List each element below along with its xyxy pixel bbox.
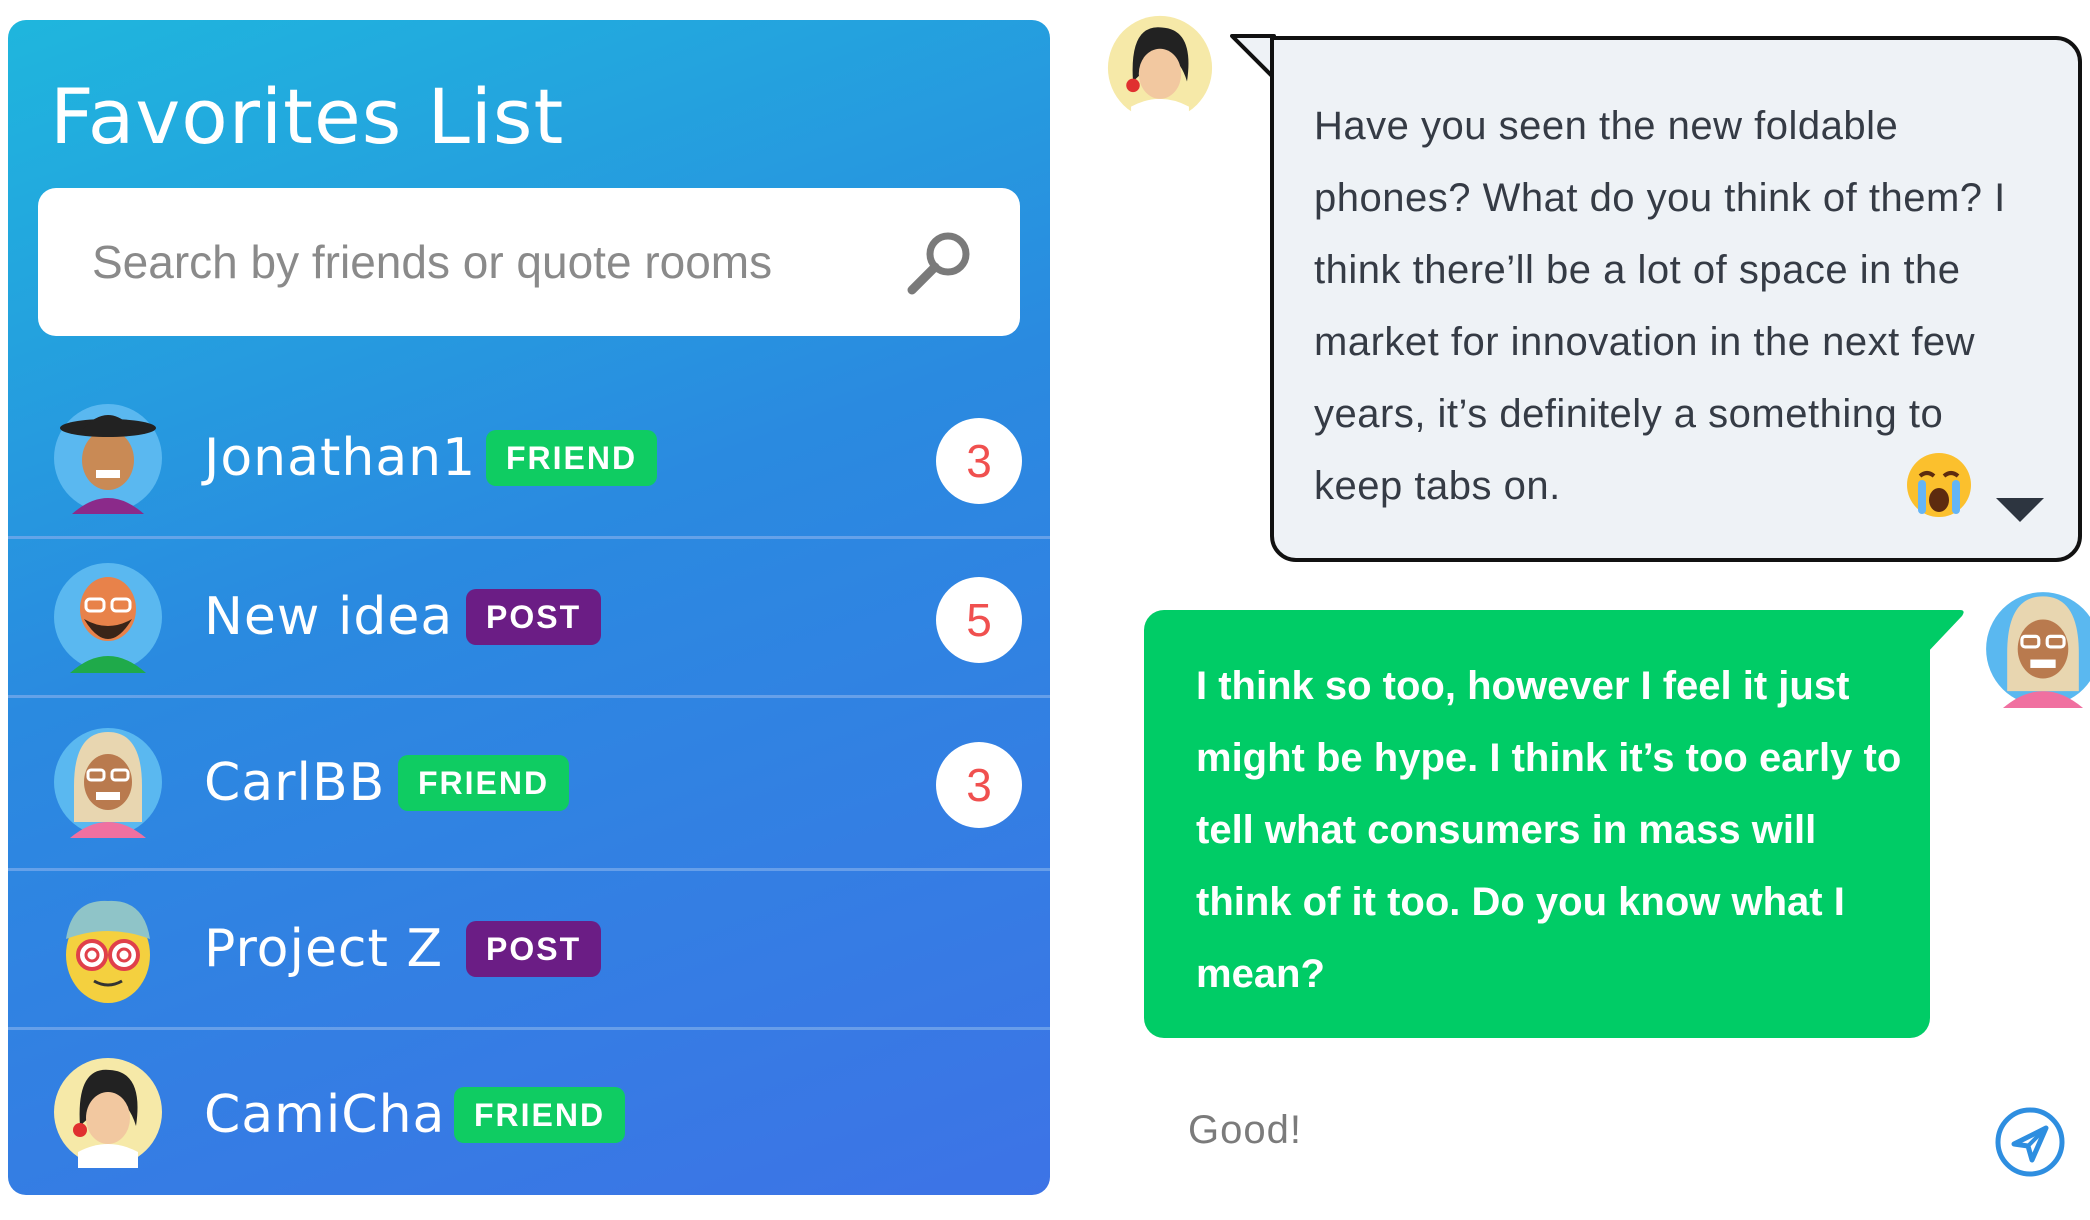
- outgoing-bubble-tail: [1926, 610, 1964, 654]
- chevron-down-icon[interactable]: [1994, 494, 2046, 524]
- friend-tag: FRIEND: [398, 755, 570, 811]
- search-input[interactable]: Search by friends or quote rooms: [92, 188, 772, 336]
- outgoing-message-bubble: I think so too, however I feel it just m…: [1144, 610, 1930, 1038]
- crying-face-icon[interactable]: [1904, 450, 1974, 520]
- row-name: CarlBB: [204, 753, 386, 813]
- search-icon[interactable]: [904, 228, 974, 298]
- unread-count-badge: 5: [936, 577, 1022, 663]
- search-box[interactable]: Search by friends or quote rooms: [38, 188, 1020, 336]
- unread-count-badge: 3: [936, 742, 1022, 828]
- avatar: [54, 404, 162, 514]
- favorites-panel: Favorites List Search by friends or quot…: [8, 20, 1050, 1195]
- row-name: Project Z: [204, 919, 444, 979]
- message-input[interactable]: Good!: [1188, 1108, 1302, 1153]
- row-name: New idea: [204, 587, 454, 647]
- avatar: [54, 1058, 162, 1168]
- post-tag: POST: [466, 921, 602, 977]
- panel-title: Favorites List: [50, 72, 565, 161]
- post-tag: POST: [466, 589, 602, 645]
- friend-tag: FRIEND: [454, 1087, 626, 1143]
- list-item[interactable]: CamiCha FRIEND: [8, 1030, 1050, 1195]
- send-icon[interactable]: [1994, 1106, 2066, 1178]
- user-avatar: [1986, 592, 2090, 708]
- unread-count-badge: 3: [936, 418, 1022, 504]
- row-name: CamiCha: [204, 1085, 446, 1145]
- sender-avatar: [1107, 15, 1213, 122]
- list-item[interactable]: New idea POST 5: [8, 539, 1050, 698]
- list-item[interactable]: CarlBB FRIEND 3: [8, 698, 1050, 871]
- avatar: [66, 900, 150, 1003]
- list-item[interactable]: Jonathan1 FRIEND 3: [8, 380, 1050, 539]
- friend-tag: FRIEND: [486, 430, 658, 486]
- favorites-list: Jonathan1 FRIEND 3 New idea POST 5 CarlB…: [8, 380, 1050, 1195]
- avatar: [54, 728, 162, 838]
- outgoing-message-text: I think so too, however I feel it just m…: [1196, 664, 1902, 996]
- list-item[interactable]: Project Z POST: [8, 871, 1050, 1030]
- row-name: Jonathan1: [204, 428, 477, 488]
- avatar: [54, 563, 162, 673]
